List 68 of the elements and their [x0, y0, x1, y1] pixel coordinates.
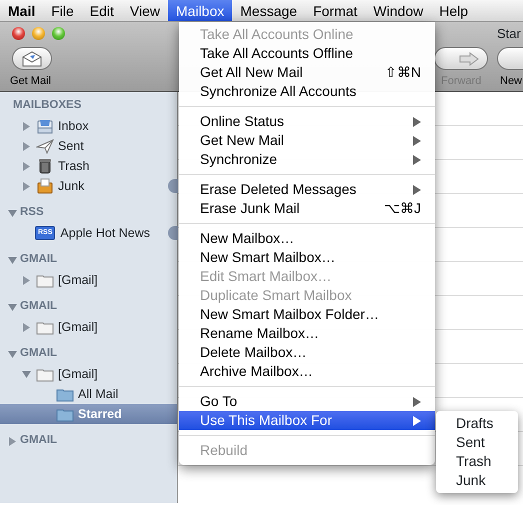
- item-label: Starred: [78, 406, 122, 423]
- toolbar-button[interactable]: [434, 47, 488, 70]
- toolbar-label: New: [500, 74, 522, 89]
- window-control-button[interactable]: [12, 27, 25, 40]
- sidebar-item[interactable]: Sent: [0, 136, 177, 156]
- menu-item[interactable]: Erase Deleted Messages: [179, 180, 435, 199]
- inbox-icon: [36, 118, 54, 134]
- window-control-button[interactable]: [32, 27, 45, 40]
- menu-bar-item[interactable]: Message: [232, 0, 306, 21]
- item-label: Junk: [58, 178, 84, 195]
- section-heading: GMAIL: [20, 346, 58, 362]
- sidebar-item[interactable]: All Mail: [0, 384, 177, 404]
- sidebar-item[interactable]: [Gmail]: [0, 364, 177, 384]
- arrow-icon: [459, 52, 479, 66]
- toolbar-button[interactable]: [12, 47, 52, 70]
- sidebar-item[interactable]: Trash: [0, 156, 177, 176]
- trash-icon: [36, 158, 54, 174]
- section-heading: GMAIL: [20, 299, 58, 314]
- menu-item[interactable]: Archive Mailbox…: [179, 362, 435, 381]
- envelope-icon: [22, 51, 42, 68]
- sidebar-item[interactable]: Inbox: [0, 116, 177, 136]
- section-heading: GMAIL: [20, 433, 58, 448]
- item-label: Trash: [58, 158, 90, 175]
- menu-item[interactable]: Go To: [179, 392, 435, 411]
- menu-item[interactable]: Trash: [436, 452, 518, 471]
- menu-item[interactable]: Synchronize: [179, 150, 435, 169]
- menu-bar-item[interactable]: Edit: [82, 0, 122, 21]
- menu-item[interactable]: Delete Mailbox…: [179, 343, 435, 362]
- menu-item[interactable]: Get All New Mail ⇧⌘N: [179, 63, 435, 82]
- menu-bar-item[interactable]: File: [43, 0, 82, 21]
- menu-bar-item[interactable]: Window: [365, 0, 432, 21]
- menu-bar-item[interactable]: Help: [431, 0, 476, 21]
- menu-item[interactable]: New Mailbox…: [179, 229, 435, 248]
- item-label: [Gmail]: [58, 272, 98, 289]
- sidebar-item[interactable]: [Gmail]: [0, 270, 177, 290]
- menu-bar-item[interactable]: Format: [305, 0, 366, 21]
- menu-item[interactable]: Get New Mail: [179, 131, 435, 150]
- junk-icon: [36, 178, 54, 194]
- section-heading: MAILBOXES: [13, 98, 82, 114]
- menu-item[interactable]: Erase Junk Mail ⌥⌘J: [179, 199, 435, 218]
- section-heading: GMAIL: [20, 252, 58, 268]
- item-label: Sent: [58, 138, 84, 155]
- menu-item[interactable]: Synchronize All Accounts: [179, 82, 435, 101]
- menu-item[interactable]: Rename Mailbox…: [179, 324, 435, 343]
- item-label: All Mail: [78, 386, 118, 403]
- menu-bar-item[interactable]: Mailbox: [168, 0, 232, 21]
- item-label: [Gmail]: [58, 318, 98, 336]
- keyboard-shortcut: ⌥⌘J: [384, 199, 421, 218]
- menu-item[interactable]: Sent: [436, 433, 518, 452]
- menu-item[interactable]: Use This Mailbox For: [179, 411, 435, 430]
- window-title: Star: [497, 25, 521, 43]
- menu-item[interactable]: Drafts: [436, 414, 518, 433]
- item-label: Inbox: [58, 118, 89, 135]
- menu-bar-item[interactable]: Mail: [0, 0, 44, 21]
- item-label: [Gmail]: [58, 366, 98, 383]
- toolbar-label: Get Mail: [10, 74, 51, 89]
- menu-item[interactable]: Take All Accounts Offline: [179, 44, 435, 63]
- sent-icon: [36, 138, 54, 154]
- menu-item[interactable]: Online Status: [179, 112, 435, 131]
- item-label: Apple Hot News: [60, 224, 150, 242]
- menu-item[interactable]: New Smart Mailbox Folder…: [179, 305, 435, 324]
- menu-item[interactable]: Junk: [436, 471, 518, 490]
- section-heading: RSS: [20, 205, 44, 220]
- keyboard-shortcut: ⇧⌘N: [384, 63, 421, 82]
- menu-item[interactable]: New Smart Mailbox…: [179, 248, 435, 267]
- menu-bar-item[interactable]: View: [122, 0, 168, 21]
- sidebar-item[interactable]: [Gmail]: [0, 317, 177, 337]
- window-control-button[interactable]: [52, 27, 65, 40]
